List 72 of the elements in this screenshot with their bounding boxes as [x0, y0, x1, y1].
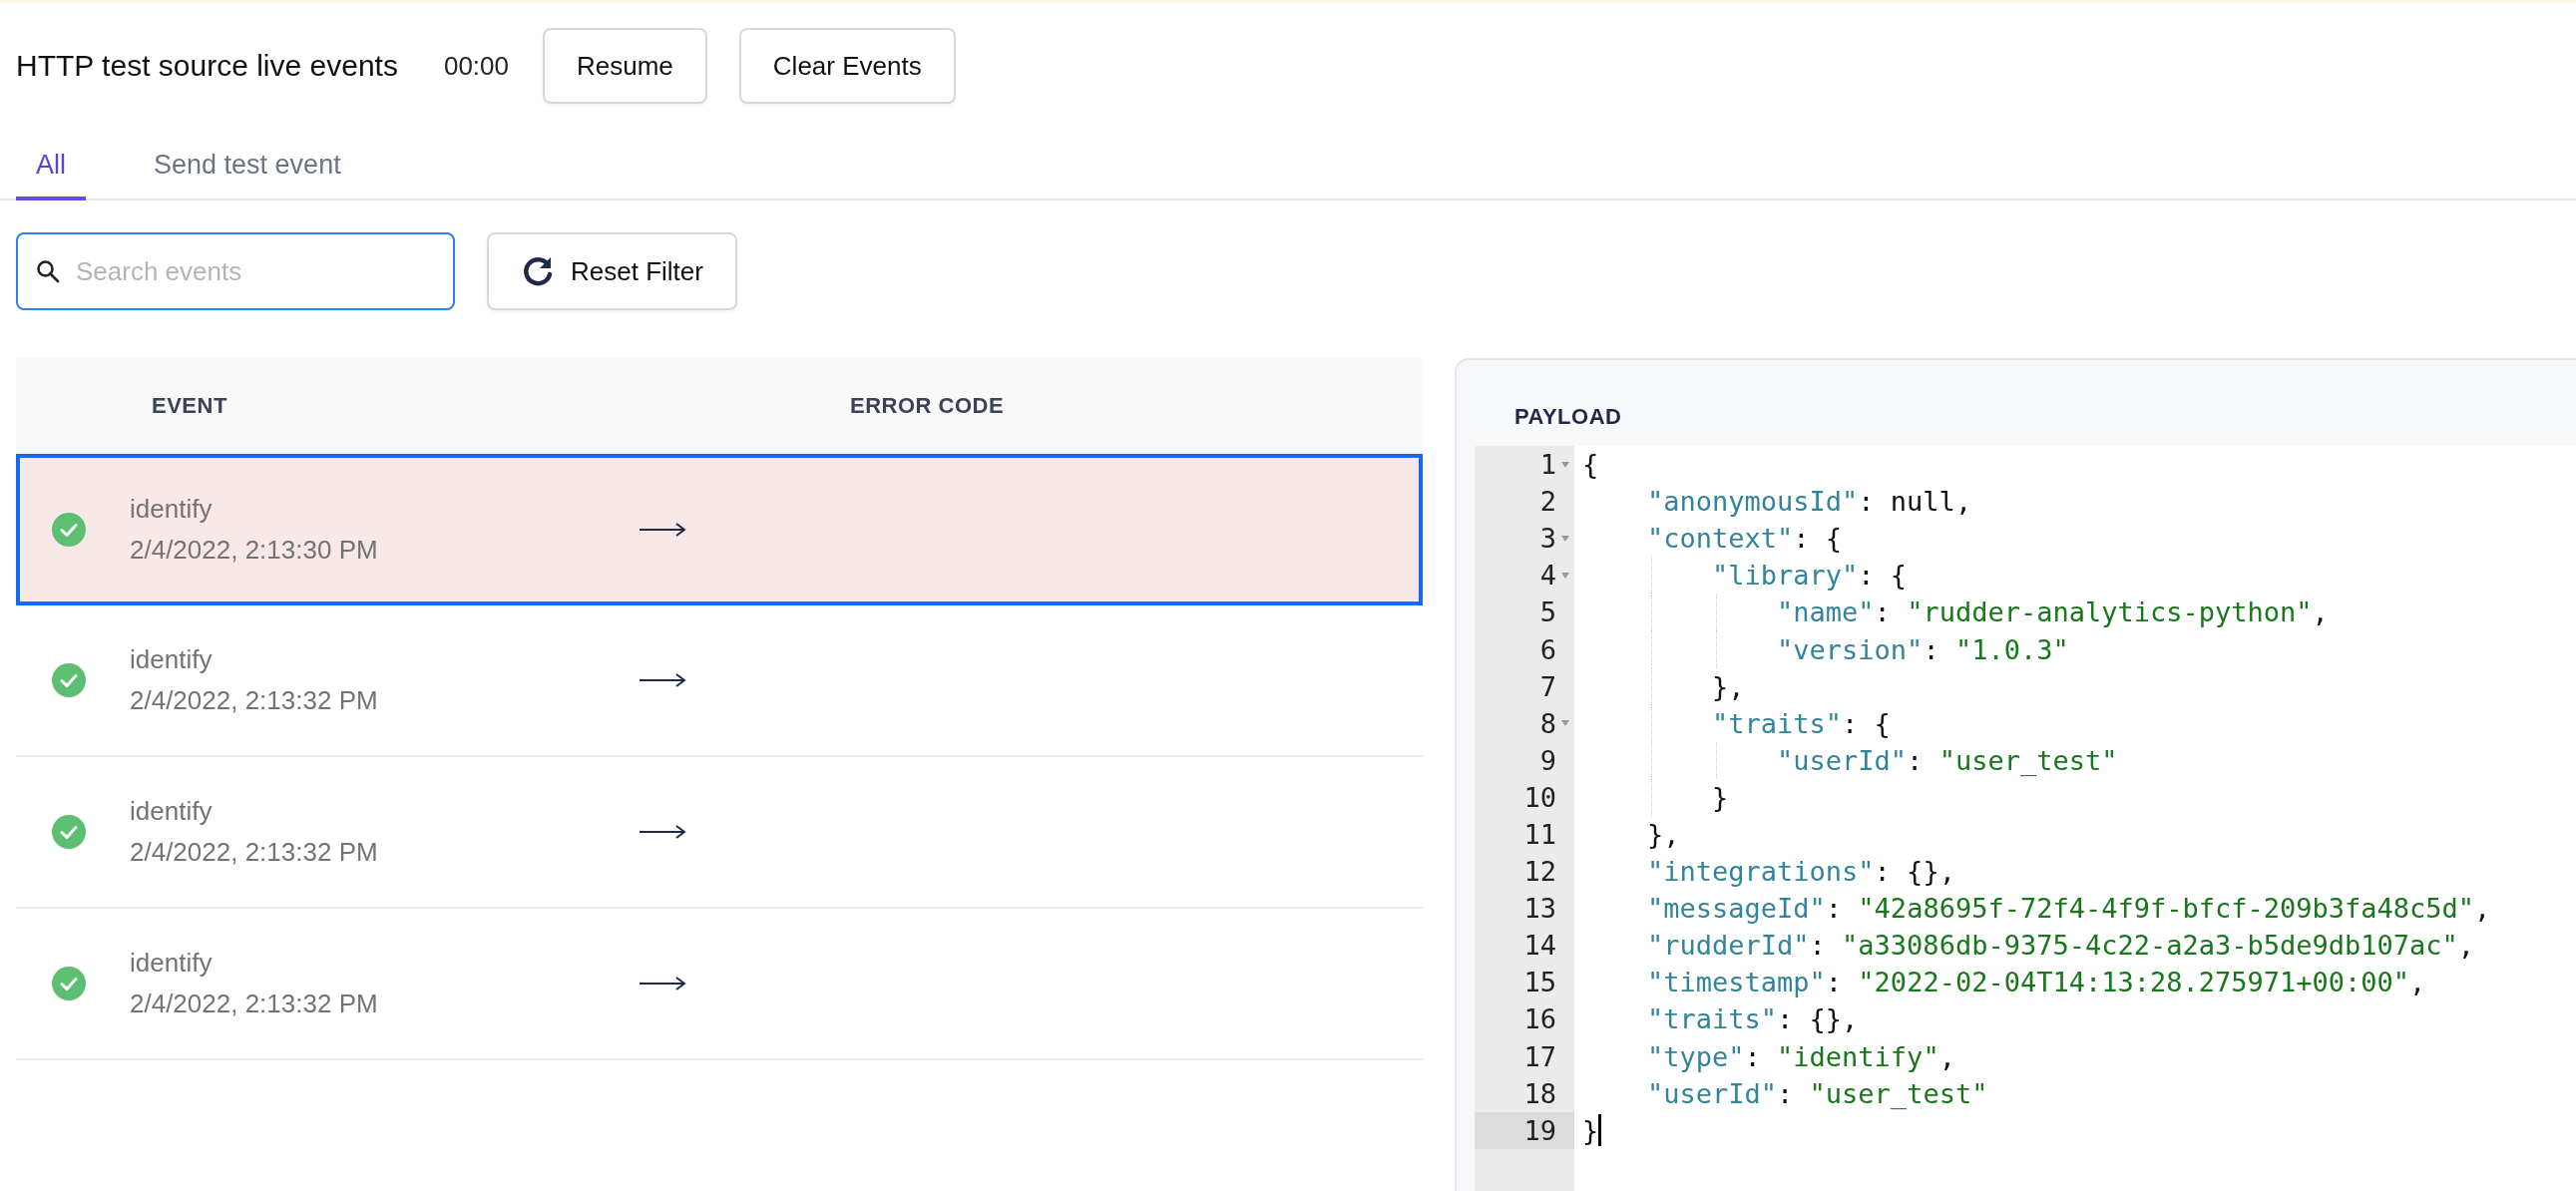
resume-button[interactable]: Resume: [543, 28, 707, 104]
arrow-right-icon: [639, 522, 686, 538]
code-line: "integrations": {},: [1646, 856, 1955, 888]
line-number: 4: [1539, 560, 1556, 592]
tab[interactable]: Send test event: [134, 142, 361, 200]
text-cursor: [1598, 1114, 1602, 1147]
arrow-right-icon: [639, 672, 686, 688]
code-line: "messageId": "42a8695f-72f4-4f9f-bfcf-209b3fa48c5d",: [1646, 893, 2491, 925]
column-header: EVENT: [152, 393, 228, 419]
code-line: "library": {: [1711, 560, 1908, 592]
reset-filter-button[interactable]: Reset Filter: [487, 232, 737, 310]
refresh-icon: [521, 254, 555, 288]
check-circle-icon: [52, 663, 86, 697]
code-line: }: [1711, 781, 1729, 813]
code-line: "version": "1.0.3": [1776, 633, 2069, 665]
check-circle-icon: [52, 815, 86, 849]
line-number: 6: [1539, 633, 1556, 665]
page-title: HTTP test source live events: [16, 49, 398, 83]
fold-caret-icon[interactable]: [1560, 460, 1570, 469]
fold-caret-icon[interactable]: [1560, 719, 1570, 728]
code-line: "timestamp": "2022-02-04T14:13:28.275971+00:00",: [1646, 967, 2426, 998]
line-number: 8: [1539, 707, 1556, 739]
line-number: 2: [1539, 486, 1556, 518]
code-line: "userId": "user_test": [1646, 1077, 1988, 1109]
code-line: },: [1646, 819, 1680, 850]
event-time: 2/4/2022, 2:13:32 PM: [130, 685, 379, 716]
code-line: "rudderId": "a33086db-9375-4c22-a2a3-b5de9db107ac",: [1646, 930, 2475, 962]
event-name: identify: [130, 948, 214, 979]
event-name: identify: [130, 644, 214, 675]
event-time: 2/4/2022, 2:13:32 PM: [130, 837, 379, 868]
code-line: "traits": {},: [1646, 1003, 1859, 1035]
line-number: 3: [1539, 523, 1556, 555]
tab[interactable]: All: [16, 142, 86, 200]
line-number: 11: [1523, 819, 1556, 850]
event-time: 2/4/2022, 2:13:32 PM: [130, 989, 379, 1019]
arrow-right-icon: [639, 824, 686, 840]
timer: 00:00: [443, 50, 509, 82]
event-row[interactable]: identify 2/4/2022, 2:13:30 PM: [16, 454, 1423, 605]
line-number: 9: [1539, 744, 1556, 776]
event-name: identify: [130, 796, 214, 827]
code-line: },: [1711, 670, 1745, 702]
clear-events-button[interactable]: Clear Events: [738, 28, 956, 104]
check-circle-icon: [52, 513, 86, 547]
arrow-right-icon: [639, 976, 686, 992]
line-number: 17: [1523, 1040, 1556, 1072]
line-number: 18: [1523, 1077, 1556, 1109]
code-line: "anonymousId": null,: [1646, 486, 1972, 518]
code-line: }: [1582, 1114, 1599, 1146]
line-number: 16: [1523, 1003, 1556, 1035]
code-line: "userId": "user_test": [1776, 744, 2118, 776]
line-number: 5: [1539, 596, 1556, 628]
line-number: 12: [1523, 856, 1556, 888]
code-line: "traits": {: [1711, 707, 1891, 739]
check-circle-icon: [52, 967, 86, 1000]
event-name: identify: [130, 494, 214, 525]
line-number: 15: [1523, 967, 1556, 998]
fold-caret-icon[interactable]: [1560, 571, 1570, 580]
column-header: ERROR CODE: [850, 393, 1006, 419]
code-line: "context": {: [1646, 523, 1843, 555]
panel-title: PAYLOAD: [1513, 403, 1623, 430]
line-number: 1: [1539, 449, 1556, 481]
code-line: "name": "rudder-analytics-python",: [1776, 596, 2329, 628]
line-number: 7: [1539, 670, 1556, 702]
event-time: 2/4/2022, 2:13:30 PM: [130, 535, 379, 566]
line-number: 10: [1523, 781, 1556, 813]
line-number: 14: [1523, 930, 1556, 962]
search-field[interactable]: Search events: [16, 232, 455, 310]
code-line: "type": "identify",: [1646, 1040, 1955, 1072]
line-number: 19: [1523, 1114, 1556, 1146]
fold-caret-icon[interactable]: [1560, 534, 1570, 543]
code-line: {: [1582, 449, 1599, 481]
line-number: 13: [1523, 893, 1556, 925]
